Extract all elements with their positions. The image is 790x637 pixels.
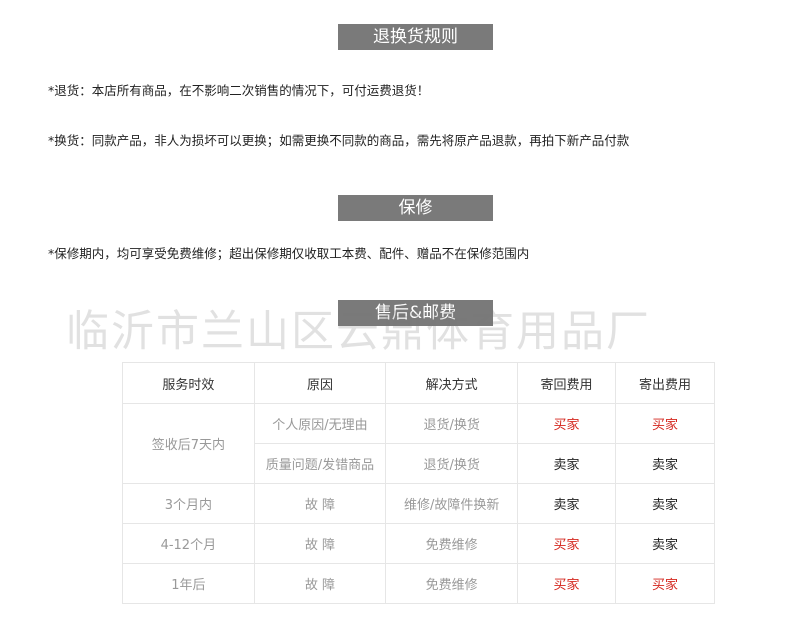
reason-cell: 故 障 xyxy=(253,563,387,604)
header-send-fee: 寄出费用 xyxy=(614,362,716,404)
return-rules-title: 退换货规则 xyxy=(338,24,493,50)
table-row: 签收后7天内 个人原因/无理由 退货/换货 买家 买家 xyxy=(122,403,716,484)
return-fee-cell: 买家 xyxy=(516,403,616,444)
table-row: 4-12个月 故 障 免费维修 买家 卖家 xyxy=(122,523,716,564)
reason-cell: 质量问题/发错商品 xyxy=(253,443,387,484)
header-reason: 原因 xyxy=(253,362,387,404)
period-cell: 1年后 xyxy=(122,563,255,604)
return-fee-cell: 买家 xyxy=(516,563,616,604)
solution-cell: 退货/换货 xyxy=(385,403,518,444)
period-cell: 4-12个月 xyxy=(122,523,255,564)
reason-cell: 个人原因/无理由 xyxy=(253,403,387,444)
header-return-fee: 寄回费用 xyxy=(516,362,616,404)
period-cell: 签收后7天内 xyxy=(122,403,255,484)
solution-cell: 退货/换货 xyxy=(385,443,518,484)
send-fee-cell: 卖家 xyxy=(614,523,716,564)
return-fee-cell: 卖家 xyxy=(516,443,616,484)
send-fee-cell: 卖家 xyxy=(614,443,716,484)
warranty-rule-text: *保修期内，均可享受免费维修；超出保修期仅收取工本费、配件、赠品不在保修范围内 xyxy=(48,246,530,261)
warranty-title: 保修 xyxy=(338,195,493,221)
exchange-rule-text: *换货：同款产品，非人为损坏可以更换；如需更换不同款的商品，需先将原产品退款，再… xyxy=(48,133,630,148)
solution-cell: 维修/故障件换新 xyxy=(385,483,518,524)
table-row: 1年后 故 障 免费维修 买家 买家 xyxy=(122,563,716,604)
return-rule-text: *退货：本店所有商品，在不影响二次销售的情况下，可付运费退货！ xyxy=(48,83,430,98)
table-row: 3个月内 故 障 维修/故障件换新 卖家 卖家 xyxy=(122,483,716,524)
header-period: 服务时效 xyxy=(122,362,255,404)
reason-cell: 故 障 xyxy=(253,523,387,564)
send-fee-cell: 买家 xyxy=(614,403,716,444)
solution-cell: 免费维修 xyxy=(385,523,518,564)
header-solution: 解决方式 xyxy=(385,362,518,404)
reason-cell: 故 障 xyxy=(253,483,387,524)
shop-watermark: 临沂市兰山区云鼎体育用品厂 xyxy=(66,307,651,357)
send-fee-cell: 卖家 xyxy=(614,483,716,524)
solution-cell: 免费维修 xyxy=(385,563,518,604)
after-sales-table: 服务时效 原因 解决方式 寄回费用 寄出费用 签收后7天内 个人原因/无理由 退… xyxy=(122,362,716,604)
return-fee-cell: 卖家 xyxy=(516,483,616,524)
send-fee-cell: 买家 xyxy=(614,563,716,604)
period-cell: 3个月内 xyxy=(122,483,255,524)
table-header-row: 服务时效 原因 解决方式 寄回费用 寄出费用 xyxy=(122,362,716,404)
return-fee-cell: 买家 xyxy=(516,523,616,564)
